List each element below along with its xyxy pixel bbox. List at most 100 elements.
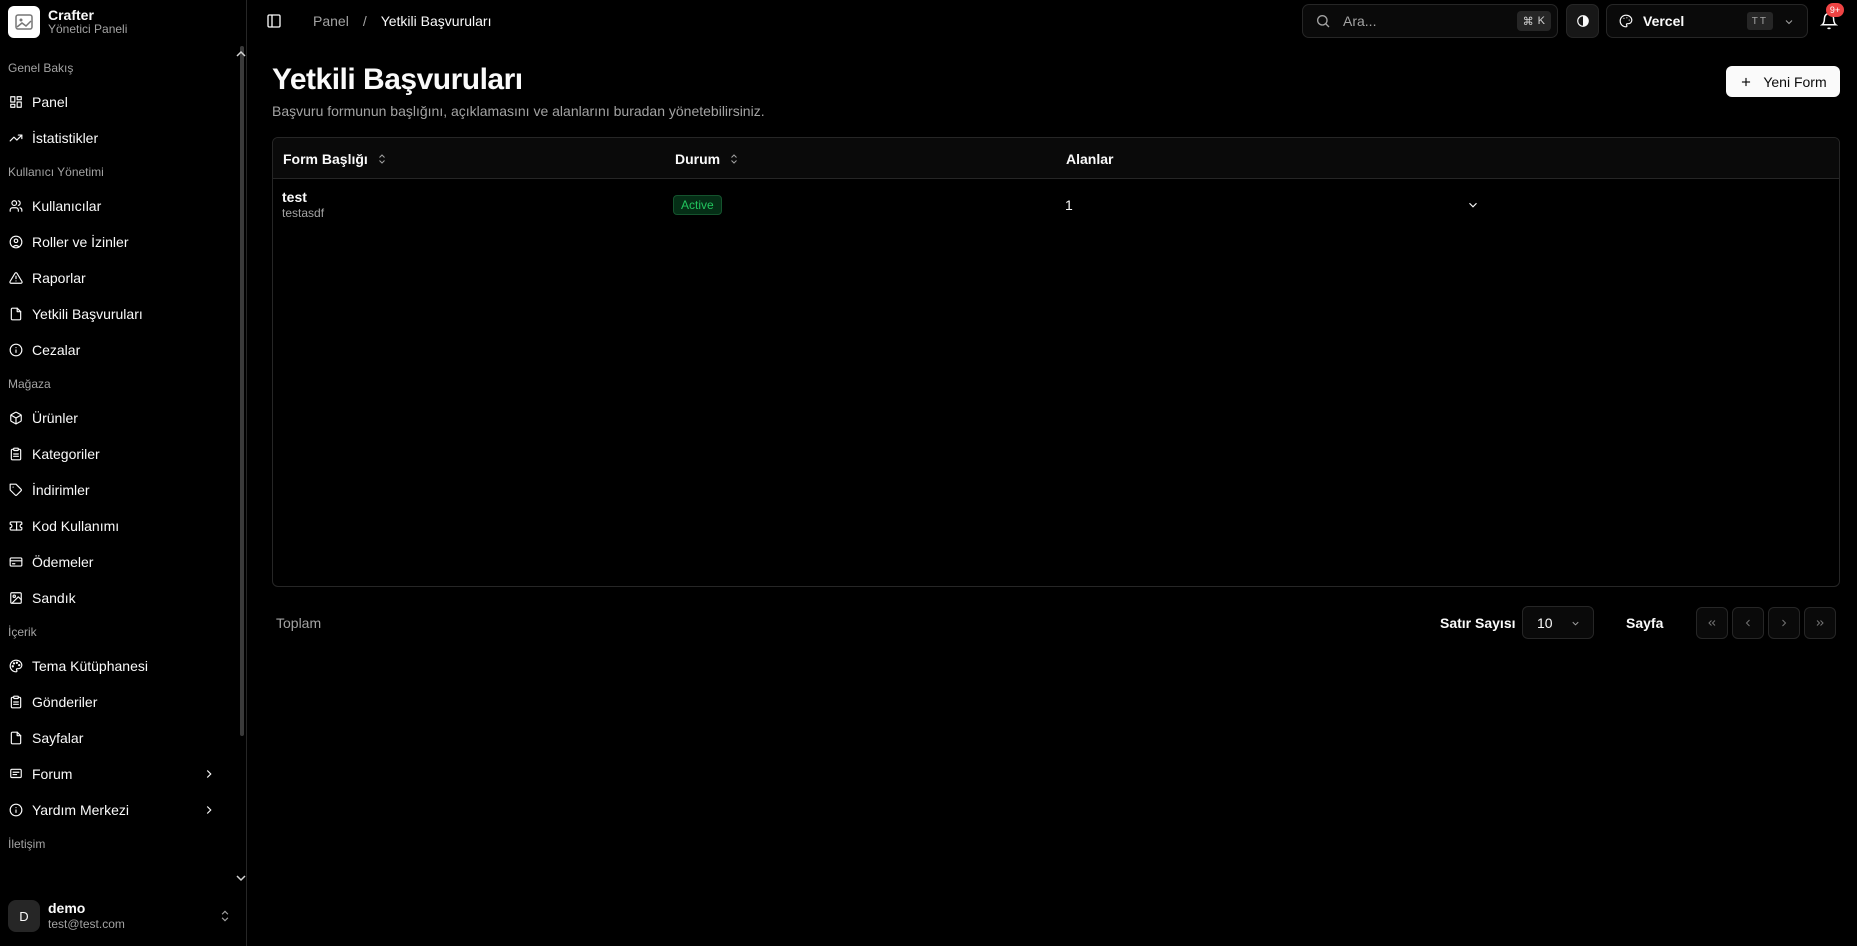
rows-per-page-value: 10 xyxy=(1537,614,1553,631)
user-email: test@test.com xyxy=(48,917,125,932)
palette-icon xyxy=(1619,14,1633,28)
sidebar-item-label: Sayfalar xyxy=(32,730,84,746)
breadcrumb-parent[interactable]: Panel xyxy=(313,13,349,29)
sidebar-item-users[interactable]: Kullanıcılar xyxy=(0,188,240,224)
sidebar-item-panel[interactable]: Panel xyxy=(0,84,240,120)
sidebar-item-theme-library[interactable]: Tema Kütüphanesi xyxy=(0,648,240,684)
sidebar-item-applications[interactable]: Yetkili Başvuruları xyxy=(0,296,240,332)
sidebar-item-label: Yetkili Başvuruları xyxy=(32,306,143,322)
sidebar: Crafter Yönetici Paneli Genel Bakış Pane… xyxy=(0,0,247,946)
plus-icon xyxy=(1742,77,1751,86)
sidebar-item-reports[interactable]: Raporlar xyxy=(0,260,240,296)
sidebar-item-label: Roller ve İzinler xyxy=(32,234,129,250)
brand[interactable]: Crafter Yönetici Paneli xyxy=(8,6,127,38)
notification-badge: 9+ xyxy=(1826,3,1844,17)
search-placeholder: Ara... xyxy=(1343,13,1377,29)
sidebar-item-penalties[interactable]: Cezalar xyxy=(0,332,240,368)
breadcrumb: Panel / Yetkili Başvuruları xyxy=(313,13,491,29)
column-label: Form Başlığı xyxy=(283,150,368,167)
clipboard-icon xyxy=(8,694,24,710)
column-label: Alanlar xyxy=(1066,150,1114,167)
sidebar-item-discounts[interactable]: İndirimler xyxy=(0,472,240,508)
sidebar-item-label: Forum xyxy=(32,766,73,782)
file-icon xyxy=(8,306,24,322)
sidebar-item-payments[interactable]: Ödemeler xyxy=(0,544,240,580)
team-switcher[interactable]: Vercel TT xyxy=(1606,4,1808,38)
sidebar-nav: Genel Bakış Panel İstatistikler Kullanıc… xyxy=(0,52,240,882)
user-menu[interactable]: D demo test@test.com xyxy=(8,898,232,934)
page-description: Başvuru formunun başlığını, açıklamasını… xyxy=(272,103,765,119)
search-input[interactable]: Ara... ⌘ K xyxy=(1302,4,1558,38)
box-icon xyxy=(8,410,24,426)
info-icon xyxy=(8,342,24,358)
warning-icon xyxy=(8,270,24,286)
chevrons-left-icon xyxy=(1708,620,1716,626)
expand-row-button[interactable] xyxy=(1466,179,1480,231)
sidebar-item-label: Ödemeler xyxy=(32,554,94,570)
new-form-button[interactable]: Yeni Form xyxy=(1726,66,1840,97)
chevrons-right-icon xyxy=(1816,620,1824,626)
credit-card-icon xyxy=(8,554,24,570)
sort-icon xyxy=(731,153,737,164)
column-form-title[interactable]: Form Başlığı xyxy=(283,138,388,179)
sidebar-item-label: Panel xyxy=(32,94,68,110)
next-page-button[interactable] xyxy=(1768,607,1800,639)
page-title: Yetkili Başvuruları xyxy=(272,63,523,96)
sidebar-item-statistics[interactable]: İstatistikler xyxy=(0,120,240,156)
sidebar-item-categories[interactable]: Kategoriler xyxy=(0,436,240,472)
section-title: Kullanıcı Yönetimi xyxy=(8,165,104,179)
top-header: Panel / Yetkili Başvuruları Ara... ⌘ K V… xyxy=(248,0,1857,42)
forms-table: Form Başlığı Durum Alanlar test testasdf… xyxy=(272,137,1840,587)
status-badge: Active xyxy=(673,195,722,215)
chevron-down-icon xyxy=(1785,20,1793,25)
sidebar-scrollbar[interactable] xyxy=(240,46,244,736)
theme-toggle-button[interactable] xyxy=(1566,4,1599,38)
file-icon xyxy=(8,730,24,746)
user-circle-icon xyxy=(8,234,24,250)
sidebar-item-posts[interactable]: Gönderiler xyxy=(0,684,240,720)
table-header: Form Başlığı Durum Alanlar xyxy=(273,138,1839,179)
sidebar-item-label: Ürünler xyxy=(32,410,78,426)
chevron-right-icon xyxy=(1782,619,1787,627)
sidebar-item-pages[interactable]: Sayfalar xyxy=(0,720,240,756)
sidebar-item-help-center[interactable]: Yardım Merkezi xyxy=(0,792,240,828)
chevron-right-icon xyxy=(202,767,216,781)
chevron-down-icon xyxy=(1469,202,1477,208)
rows-per-page-select[interactable]: 10 xyxy=(1522,606,1594,639)
previous-page-button[interactable] xyxy=(1732,607,1764,639)
sidebar-item-products[interactable]: Ürünler xyxy=(0,400,240,436)
sidebar-item-forum[interactable]: Forum xyxy=(0,756,240,792)
sidebar-item-roles[interactable]: Roller ve İzinler xyxy=(0,224,240,260)
table-row[interactable]: test testasdf Active 1 xyxy=(273,179,1839,231)
scroll-down-icon[interactable] xyxy=(236,874,246,882)
scroll-up-icon[interactable] xyxy=(236,50,246,58)
page-label: Sayfa xyxy=(1626,615,1664,631)
section-title: İçerik xyxy=(8,625,37,639)
message-icon xyxy=(8,766,24,782)
sidebar-item-chest[interactable]: Sandık xyxy=(0,580,240,616)
last-page-button[interactable] xyxy=(1804,607,1836,639)
sidebar-toggle-icon[interactable] xyxy=(266,13,282,29)
avatar: D xyxy=(8,900,40,932)
section-title: Genel Bakış xyxy=(8,61,74,75)
sidebar-item-label: Sandık xyxy=(32,590,76,606)
breadcrumb-current: Yetkili Başvuruları xyxy=(380,13,492,29)
sidebar-item-label: Cezalar xyxy=(32,342,81,358)
team-initials: TT xyxy=(1746,12,1773,30)
sidebar-item-label: İstatistikler xyxy=(32,130,99,146)
column-label: Durum xyxy=(675,150,721,167)
sidebar-item-code-usage[interactable]: Kod Kullanımı xyxy=(0,508,240,544)
sidebar-item-label: Kod Kullanımı xyxy=(32,518,120,534)
column-status[interactable]: Durum xyxy=(675,138,740,179)
chevron-left-icon xyxy=(1745,619,1750,627)
column-fields: Alanlar xyxy=(1066,138,1113,179)
form-description: testasdf xyxy=(282,206,325,221)
sidebar-item-label: Tema Kütüphanesi xyxy=(32,658,148,674)
brand-logo-icon xyxy=(8,6,40,38)
form-title: test xyxy=(282,188,307,205)
sidebar-item-label: Gönderiler xyxy=(32,694,98,710)
first-page-button[interactable] xyxy=(1696,607,1728,639)
section-title: Mağaza xyxy=(8,377,51,391)
chevron-down-icon xyxy=(1572,621,1579,626)
section-title: İletişim xyxy=(8,837,46,851)
